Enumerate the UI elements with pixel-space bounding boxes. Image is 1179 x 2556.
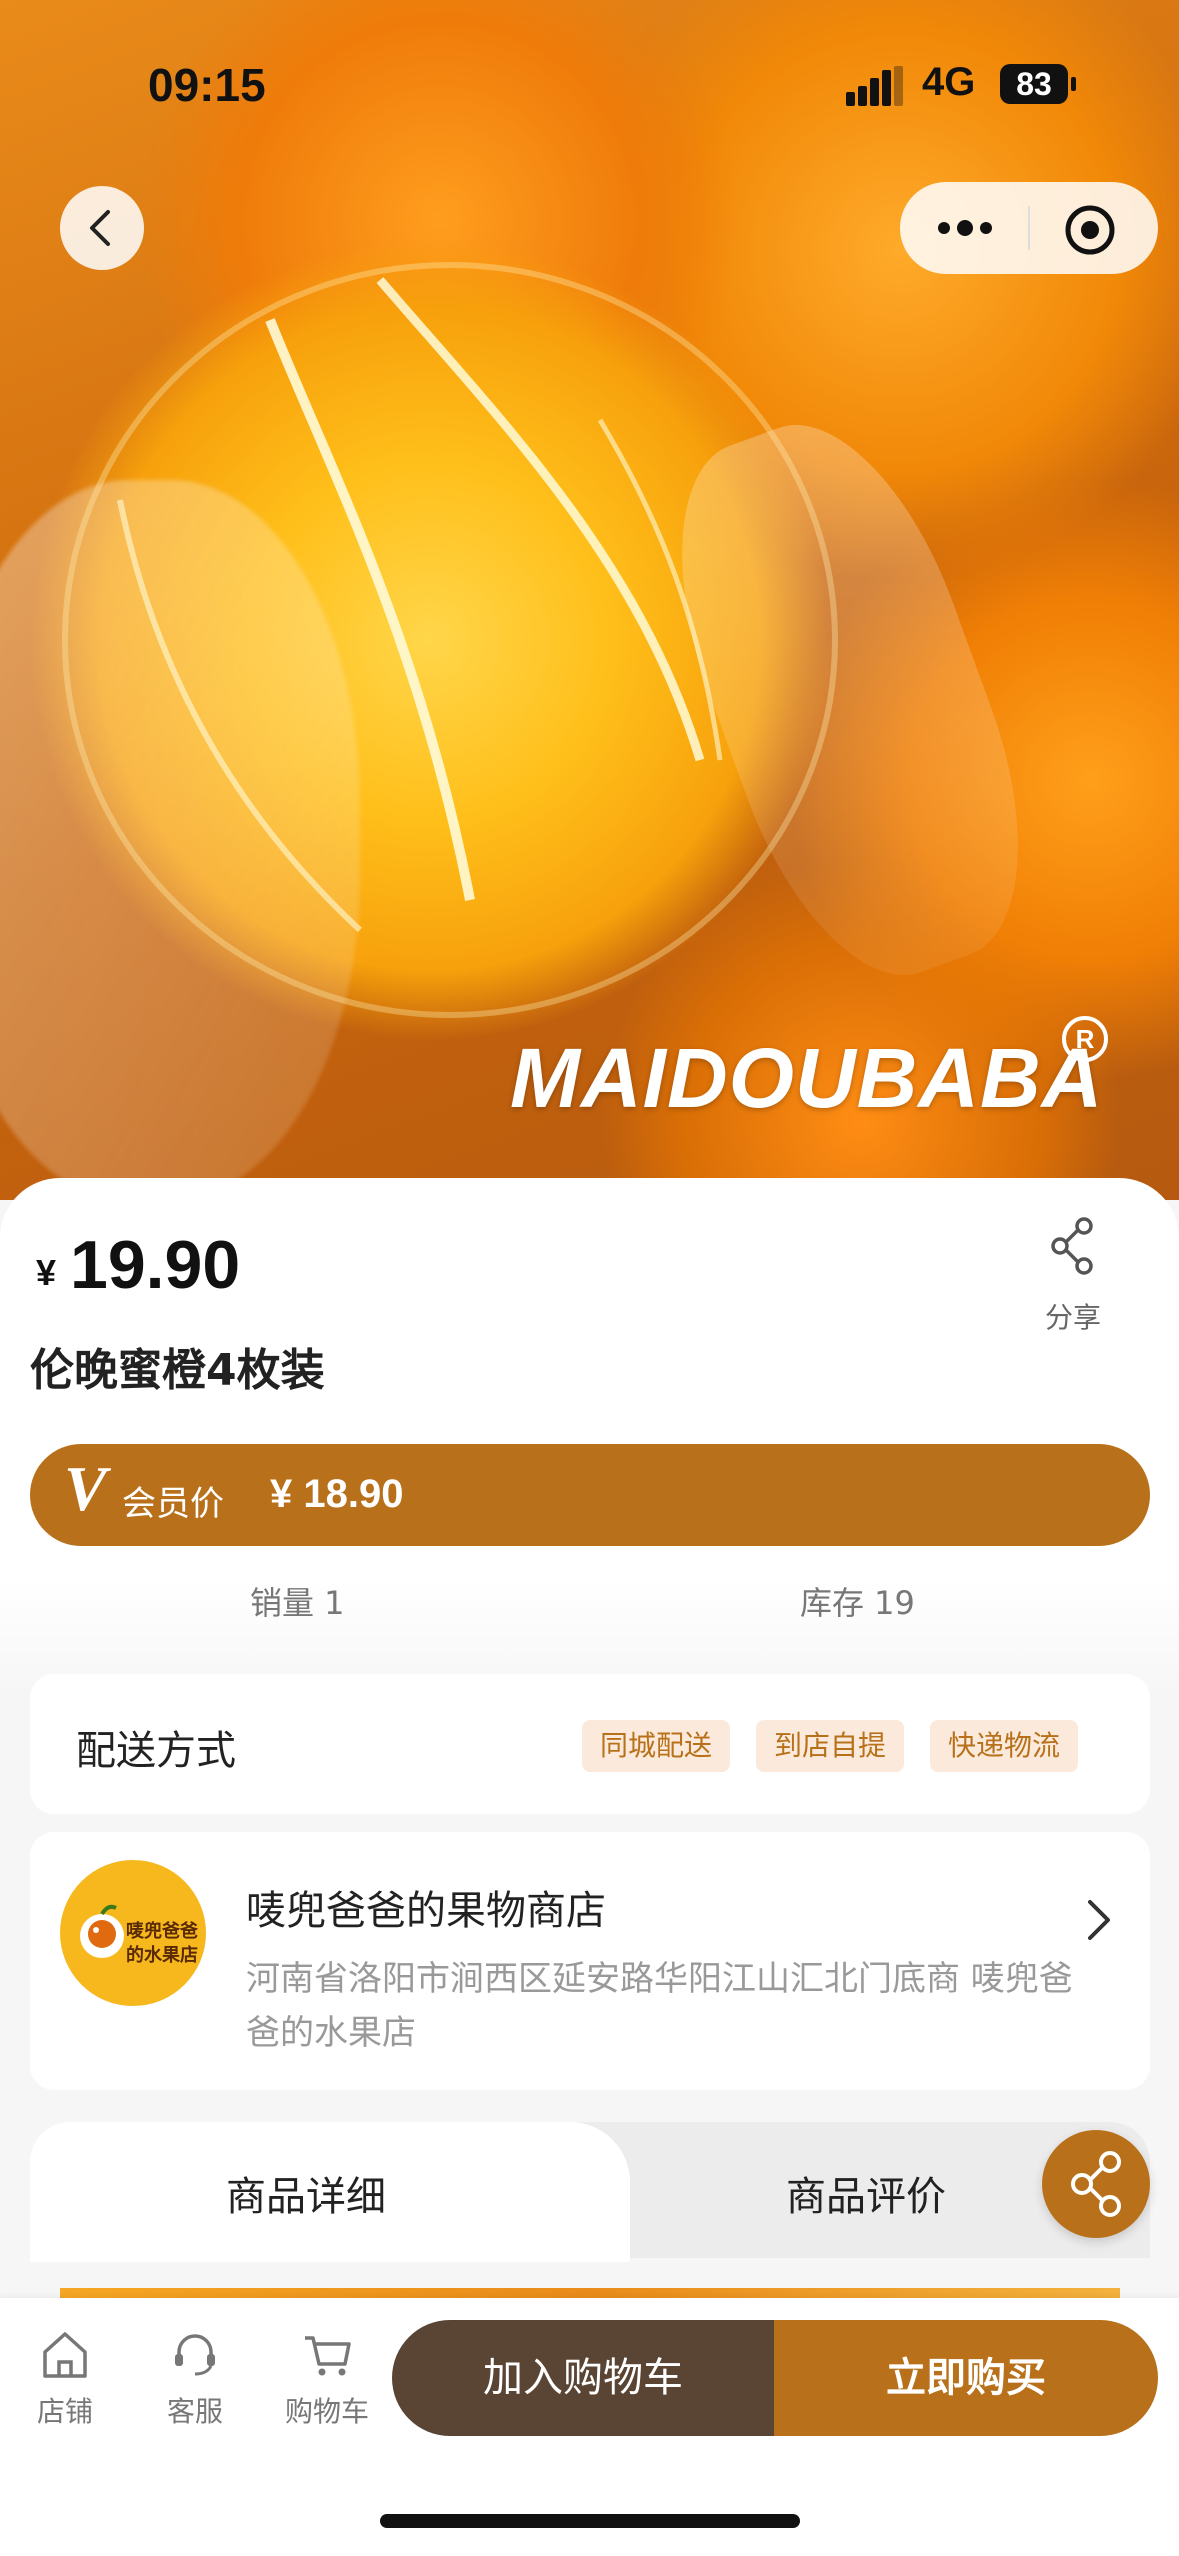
sales-count: 销量 1 xyxy=(250,1584,345,1622)
add-to-cart-button[interactable]: 加入购物车 xyxy=(392,2320,774,2436)
nav-service-label: 客服 xyxy=(166,2395,223,2428)
signal-icon xyxy=(846,66,906,106)
share-icon xyxy=(1051,1217,1093,1275)
member-v-icon: V xyxy=(64,1453,107,1524)
nav-shop[interactable]: 店铺 xyxy=(10,2326,120,2430)
nav-shop-label: 店铺 xyxy=(36,2395,93,2428)
nav-cart[interactable]: 购物车 xyxy=(272,2326,382,2430)
currency-symbol: ¥ xyxy=(36,1252,57,1293)
tab-reviews-label: 商品评价 xyxy=(786,2174,946,2220)
close-target-icon[interactable] xyxy=(1062,202,1118,258)
share-label: 分享 xyxy=(1044,1301,1101,1334)
registered-mark: R xyxy=(1062,1016,1108,1062)
product-page: MAIDOUBABA R 09:15 4G 83 ¥ 19.90 伦晚蜜橙4枚装… xyxy=(0,0,1179,2556)
nav-cart-label: 购物车 xyxy=(284,2395,369,2428)
capsule-divider xyxy=(1028,206,1030,250)
product-title: 伦晚蜜橙4枚装 xyxy=(30,1345,325,1396)
brand-watermark: MAIDOUBABA xyxy=(510,1031,1104,1125)
store-card[interactable]: 唛兜爸爸 的水果店 唛兜爸爸的果物商店 河南省洛阳市涧西区延安路华阳江山汇北门底… xyxy=(30,1832,1150,2090)
home-icon xyxy=(43,2332,87,2378)
battery-icon: 83 xyxy=(1000,64,1076,104)
delivery-option-local[interactable]: 同城配送 xyxy=(582,1720,731,1772)
chevron-right-icon xyxy=(1088,1900,1110,1940)
floating-share-button[interactable] xyxy=(1042,2130,1150,2238)
buy-now-button[interactable]: 立即购买 xyxy=(774,2320,1158,2436)
nav-customer-service[interactable]: 客服 xyxy=(140,2326,250,2430)
share-button[interactable]: 分享 xyxy=(1028,1212,1118,1334)
product-tabs: 商品详细 商品评价 xyxy=(30,2122,1150,2262)
cart-icon xyxy=(305,2336,351,2376)
network-type: 4G xyxy=(922,60,976,104)
purchase-actions: 加入购物车 立即购买 xyxy=(392,2320,1158,2436)
delivery-option-express[interactable]: 快递物流 xyxy=(930,1720,1079,1772)
home-indicator xyxy=(380,2514,800,2528)
back-button[interactable] xyxy=(60,186,144,270)
member-price-label: 会员价 xyxy=(122,1484,224,1524)
delivery-options-card: 配送方式 同城配送 到店自提 快递物流 xyxy=(30,1674,1150,1814)
product-price: 19.90 xyxy=(70,1227,241,1303)
delivery-label: 配送方式 xyxy=(76,1728,236,1774)
customer-service-icon xyxy=(175,2334,215,2376)
orange-segment-lines xyxy=(62,262,838,1018)
member-price-value: ¥ 18.90 xyxy=(270,1472,404,1516)
store-mascot-icon xyxy=(80,1904,124,1958)
status-time: 09:15 xyxy=(148,59,266,111)
store-logo-text: 唛兜爸爸 的水果店 xyxy=(126,1921,198,1966)
share-icon xyxy=(1071,2151,1121,2217)
member-price-banner[interactable]: V 会员价 ¥ 18.90 xyxy=(30,1444,1150,1546)
store-logo: 唛兜爸爸 的水果店 xyxy=(60,1860,206,2006)
battery-level: 83 xyxy=(1016,66,1052,102)
product-hero-image[interactable]: MAIDOUBABA R xyxy=(0,0,1179,1200)
mini-program-capsule xyxy=(900,182,1158,274)
stock-count: 库存 19 xyxy=(800,1584,915,1622)
delivery-option-pickup[interactable]: 到店自提 xyxy=(756,1720,905,1772)
store-name: 唛兜爸爸的果物商店 xyxy=(246,1888,606,1934)
back-chevron-icon xyxy=(90,210,110,246)
tab-details-label: 商品详细 xyxy=(226,2174,386,2220)
store-address: 河南省洛阳市涧西区延安路华阳江山汇北门底商 唛兜爸爸的水果店 xyxy=(246,1959,1073,2053)
more-dots-icon[interactable] xyxy=(930,204,1000,252)
